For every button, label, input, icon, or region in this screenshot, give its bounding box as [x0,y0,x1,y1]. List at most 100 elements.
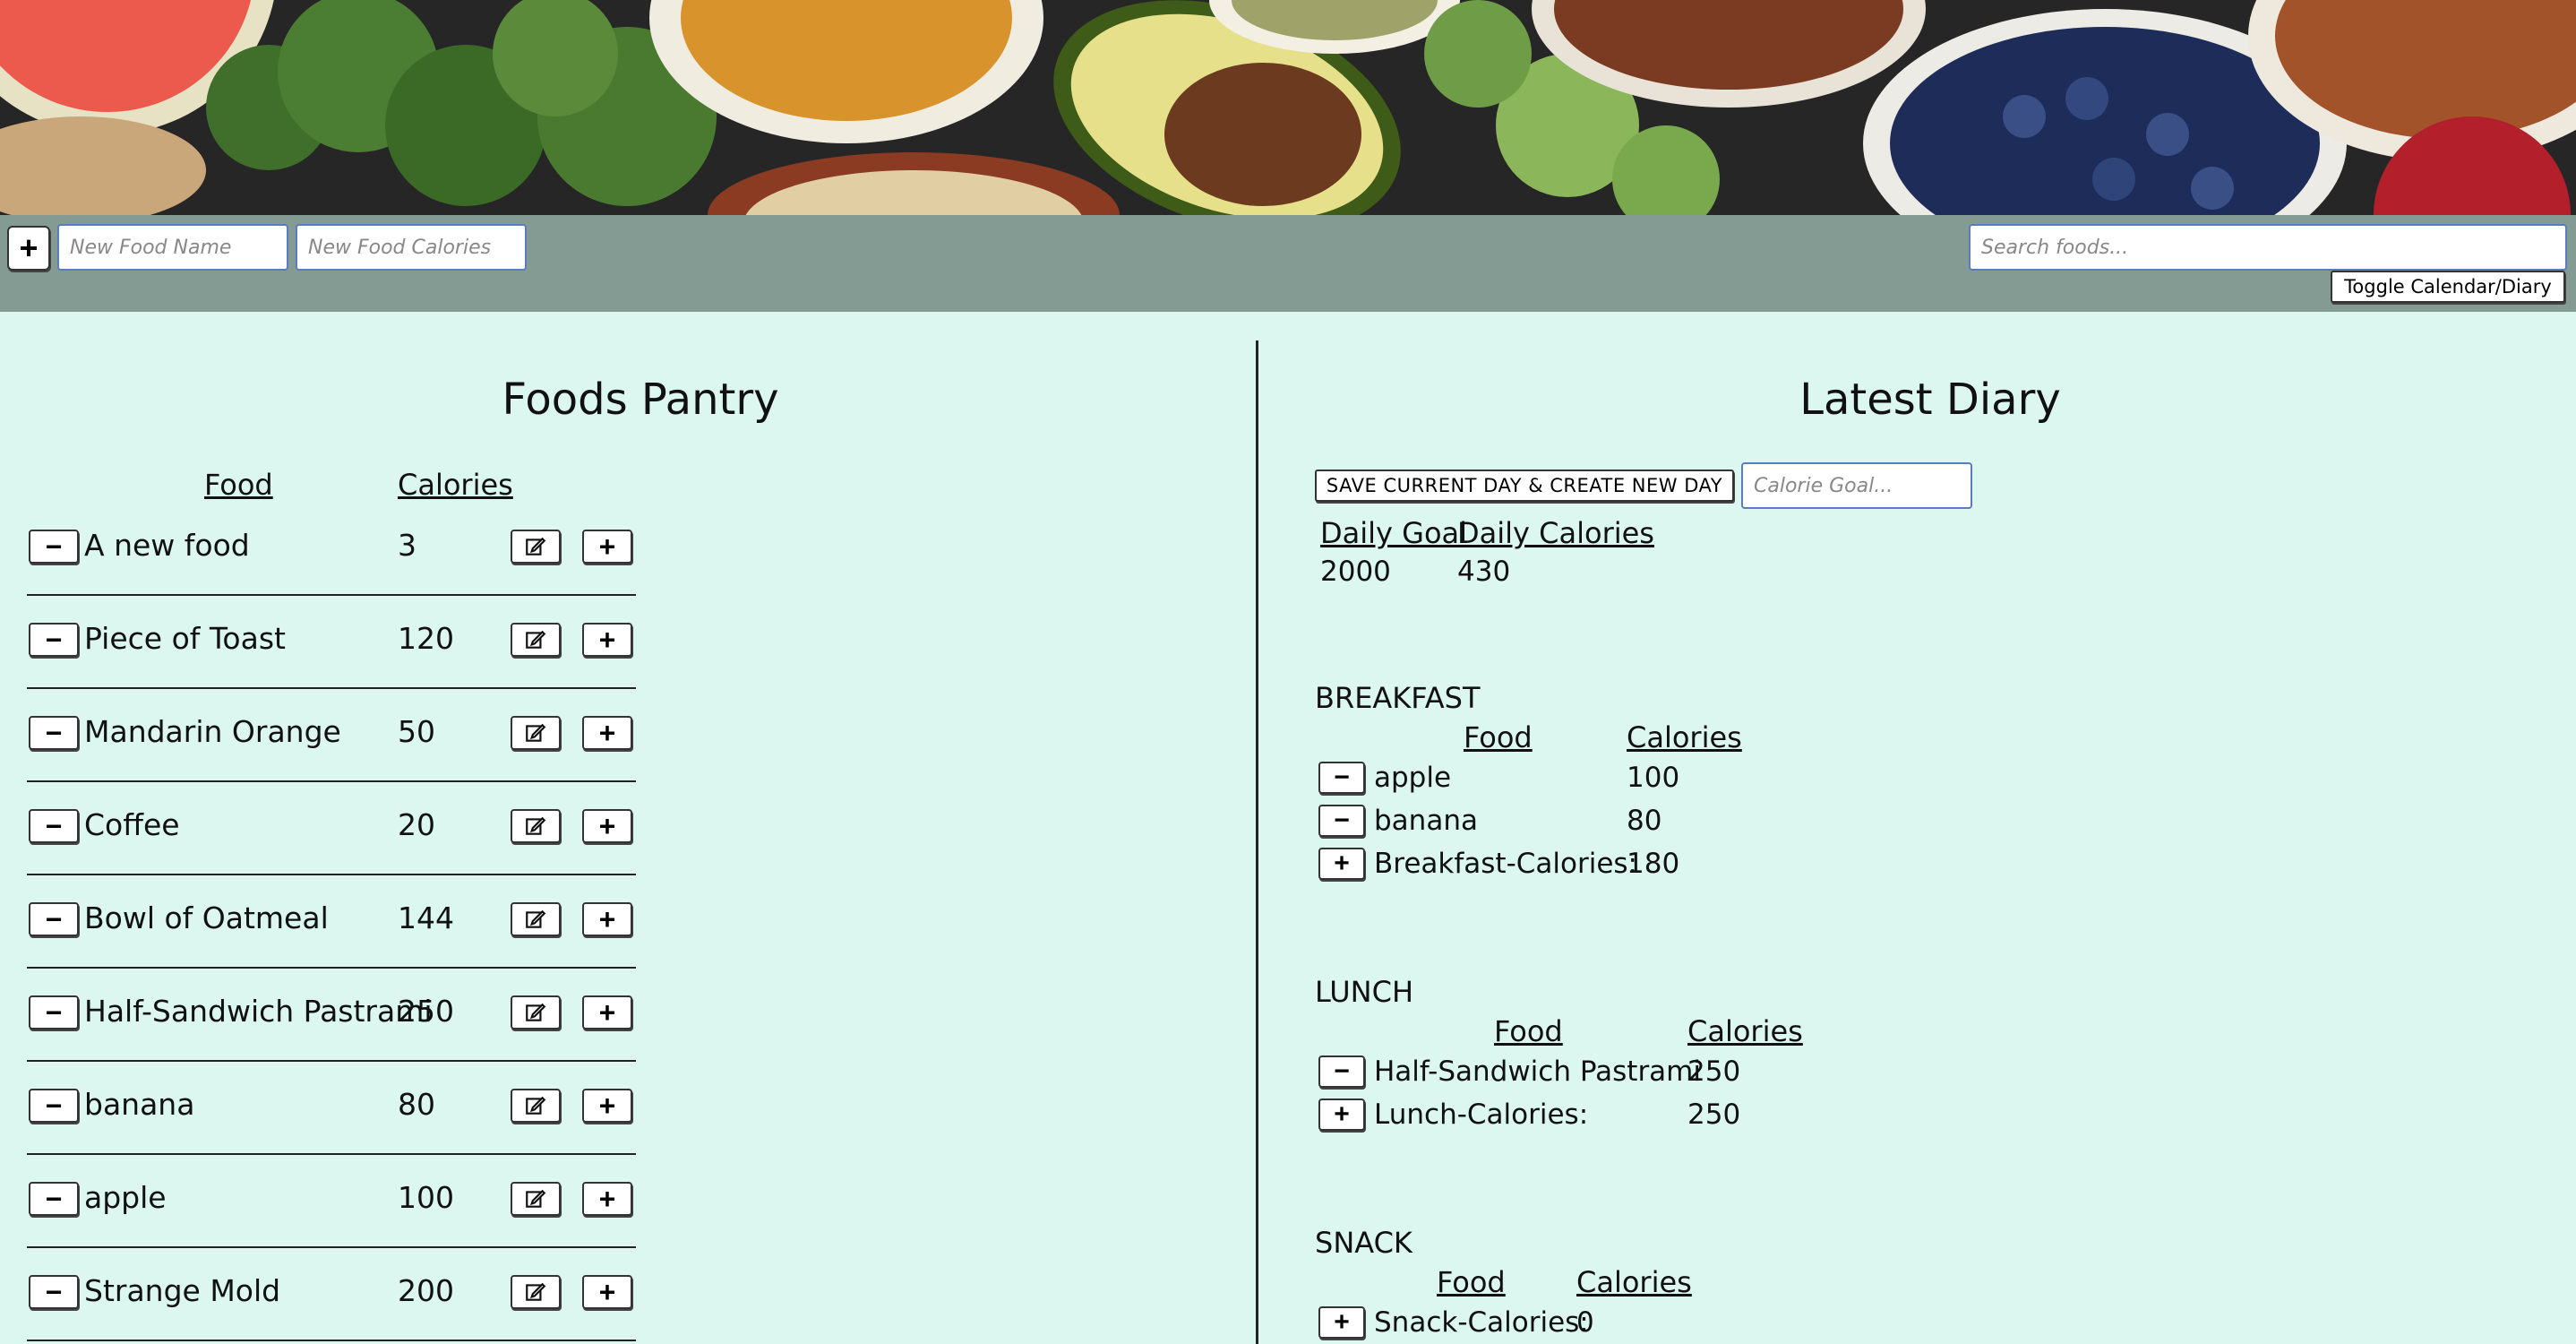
add-food-button[interactable]: + [7,226,50,271]
lunch-label: LUNCH [1315,975,1413,1009]
pantry-food-name: Coffee [84,807,180,842]
remove-food-button[interactable]: − [29,1182,79,1216]
remove-food-button[interactable]: − [29,902,79,936]
row-divider [27,967,636,969]
breakfast-item-name: banana [1374,805,1478,837]
add-lunch-item-button[interactable]: + [1318,1098,1365,1131]
pantry-title: Foods Pantry [502,375,779,425]
add-to-diary-button[interactable]: + [582,809,632,843]
plus-icon: + [598,902,616,935]
breakfast-item-calories: 80 [1627,805,1662,837]
remove-food-button[interactable]: − [29,1089,79,1123]
minus-icon: − [1334,806,1350,835]
pantry-food-name: Half-Sandwich Pastrami [84,994,433,1029]
edit-food-button[interactable] [511,1275,561,1309]
remove-food-button[interactable]: − [29,716,79,750]
remove-breakfast-item-button[interactable]: − [1318,805,1365,837]
pantry-food-calories: 80 [398,1087,435,1122]
breakfast-item-calories: 100 [1627,762,1680,794]
minus-icon: − [45,1089,63,1122]
daily-goal-value: 2000 [1320,556,1391,588]
pantry-food-calories: 144 [398,900,454,935]
remove-food-button[interactable]: − [29,1275,79,1309]
lunch-item-calories: 250 [1687,1055,1741,1088]
add-to-diary-button[interactable]: + [582,530,632,564]
plus-icon: + [19,229,39,266]
add-to-diary-button[interactable]: + [582,623,632,657]
pantry-food-name: apple [84,1180,167,1215]
add-breakfast-item-button[interactable]: + [1318,848,1365,880]
pantry-food-name: Piece of Toast [84,621,286,656]
calorie-goal-input[interactable] [1741,462,1972,509]
add-to-diary-button[interactable]: + [582,1182,632,1216]
snack-total-label: Snack-Calories: [1374,1306,1589,1339]
lunch-item-name: Half-Sandwich Pastrami [1374,1055,1701,1088]
pantry-food-calories: 3 [398,528,416,563]
toggle-calendar-diary-button[interactable]: Toggle Calendar/Diary [2331,271,2565,303]
snack-col-calories: Calories [1576,1265,1692,1299]
add-to-diary-button[interactable]: + [582,995,632,1030]
row-divider [27,780,636,782]
minus-icon: − [45,1182,63,1215]
pantry-food-name: Mandarin Orange [84,714,341,749]
pantry-food-calories: 120 [398,621,454,656]
edit-food-button[interactable] [511,809,561,843]
toolbar: + Toggle Calendar/Diary [0,215,2576,312]
remove-food-button[interactable]: − [29,623,79,657]
row-divider [27,687,636,689]
edit-icon [524,1094,547,1117]
snack-label: SNACK [1315,1226,1413,1260]
edit-food-button[interactable] [511,623,561,657]
row-divider [27,1060,636,1062]
edit-food-button[interactable] [511,995,561,1030]
plus-icon: + [598,1182,616,1215]
add-to-diary-button[interactable]: + [582,902,632,936]
add-snack-item-button[interactable]: + [1318,1306,1365,1339]
edit-icon [524,1001,547,1024]
edit-icon [524,535,547,558]
save-day-button[interactable]: SAVE CURRENT DAY & CREATE NEW DAY [1315,470,1734,502]
column-divider [1256,340,1258,1344]
new-food-name-input[interactable] [57,224,288,271]
breakfast-col-food: Food [1464,720,1533,754]
edit-food-button[interactable] [511,1089,561,1123]
edit-food-button[interactable] [511,1182,561,1216]
remove-breakfast-item-button[interactable]: − [1318,762,1365,794]
plus-icon: + [598,1089,616,1122]
breakfast-item-name: apple [1374,762,1452,794]
edit-food-button[interactable] [511,902,561,936]
minus-icon: − [45,995,63,1029]
header-banner-image [0,0,2576,215]
add-to-diary-button[interactable]: + [582,1275,632,1309]
edit-icon [524,908,547,931]
snack-col-food: Food [1437,1265,1506,1299]
edit-food-button[interactable] [511,716,561,750]
remove-food-button[interactable]: − [29,995,79,1030]
minus-icon: − [1334,1056,1350,1086]
pantry-food-calories: 200 [398,1273,454,1308]
remove-lunch-item-button[interactable]: − [1318,1055,1365,1088]
plus-icon: + [1334,1307,1350,1337]
remove-food-button[interactable]: − [29,530,79,564]
pantry-food-name: A new food [84,528,250,563]
plus-icon: + [598,530,616,563]
minus-icon: − [45,716,63,749]
lunch-col-food: Food [1494,1014,1563,1048]
remove-food-button[interactable]: − [29,809,79,843]
minus-icon: − [45,809,63,842]
new-food-calories-input[interactable] [296,224,527,271]
pantry-food-calories: 20 [398,807,435,842]
add-to-diary-button[interactable]: + [582,1089,632,1123]
row-divider [27,1246,636,1248]
add-to-diary-button[interactable]: + [582,716,632,750]
breakfast-label: BREAKFAST [1315,681,1481,715]
edit-food-button[interactable] [511,530,561,564]
pantry-col-food: Food [204,468,273,502]
breakfast-total-label: Breakfast-Calories: [1374,848,1638,880]
edit-icon [524,628,547,651]
row-divider [27,594,636,596]
search-foods-input[interactable] [1969,224,2567,271]
edit-icon [524,1280,547,1304]
lunch-total-value: 250 [1687,1098,1741,1131]
lunch-total-label: Lunch-Calories: [1374,1098,1589,1131]
